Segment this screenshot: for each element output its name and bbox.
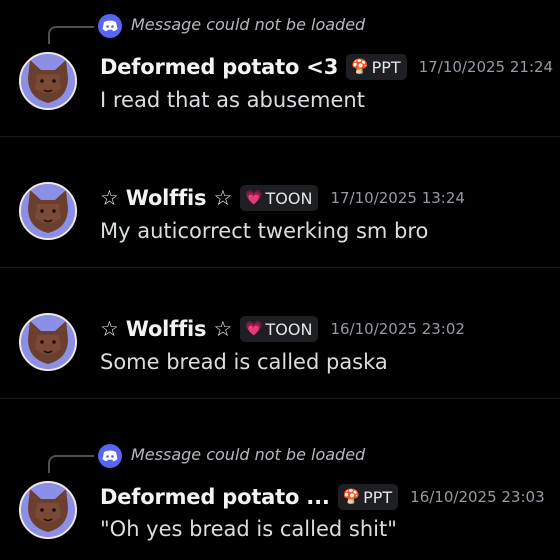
message-1[interactable]: Message could not be loaded Deformed pot… — [0, 0, 560, 136]
server-tag-label: PPT — [371, 57, 401, 77]
message-content: I read that as abusement — [100, 88, 365, 112]
reply-preview-text[interactable]: Message could not be loaded — [131, 445, 365, 464]
reply-connector — [48, 455, 94, 473]
username[interactable]: ☆ Wolffis ☆ — [100, 317, 232, 341]
timestamp: 16/10/2025 23:03 — [410, 488, 545, 506]
server-tag[interactable]: 🍄 PPT — [346, 54, 407, 80]
message-header: ☆ Wolffis ☆ 💗 TOON 17/10/2025 13:24 — [100, 185, 465, 211]
message-header: ☆ Wolffis ☆ 💗 TOON 16/10/2025 23:02 — [100, 316, 465, 342]
avatar[interactable] — [19, 481, 77, 539]
message-header: Deformed potato <3 🍄 PPT 17/10/2025 21:24 — [100, 54, 553, 80]
server-tag[interactable]: 💗 TOON — [240, 316, 319, 342]
mushroom-icon: 🍄 — [351, 59, 369, 75]
avatar[interactable] — [19, 52, 77, 110]
username[interactable]: Deformed potato ... — [100, 485, 330, 509]
avatar[interactable] — [19, 313, 77, 371]
server-tag-label: TOON — [265, 188, 313, 208]
timestamp: 16/10/2025 23:02 — [330, 320, 465, 338]
reply-preview-text[interactable]: Message could not be loaded — [131, 15, 365, 34]
message-3[interactable]: ☆ Wolffis ☆ 💗 TOON 16/10/2025 23:02 Some … — [0, 268, 560, 398]
message-content: "Oh yes bread is called shit" — [100, 517, 397, 541]
message-content: My auticorrect twerking sm bro — [100, 219, 429, 243]
message-4[interactable]: Message could not be loaded Deformed pot… — [0, 399, 560, 560]
username[interactable]: ☆ Wolffis ☆ — [100, 186, 232, 210]
heart-icon: 💗 — [245, 321, 263, 337]
heart-icon: 💗 — [245, 190, 263, 206]
message-content: Some bread is called paska — [100, 350, 388, 374]
discord-icon — [98, 14, 122, 38]
message-header: Deformed potato ... 🍄 PPT 16/10/2025 23:0… — [100, 484, 545, 510]
server-tag-label: PPT — [363, 487, 393, 507]
timestamp: 17/10/2025 13:24 — [330, 189, 465, 207]
server-tag-label: TOON — [265, 319, 313, 339]
server-tag[interactable]: 🍄 PPT — [337, 484, 399, 510]
reply-connector — [48, 26, 94, 44]
mushroom-icon: 🍄 — [342, 489, 361, 505]
username[interactable]: Deformed potato <3 — [100, 55, 338, 79]
timestamp: 17/10/2025 21:24 — [418, 58, 554, 76]
avatar[interactable] — [19, 182, 77, 240]
message-2[interactable]: ☆ Wolffis ☆ 💗 TOON 17/10/2025 13:24 My au… — [0, 137, 560, 267]
discord-icon — [98, 444, 122, 468]
server-tag[interactable]: 💗 TOON — [240, 185, 319, 211]
